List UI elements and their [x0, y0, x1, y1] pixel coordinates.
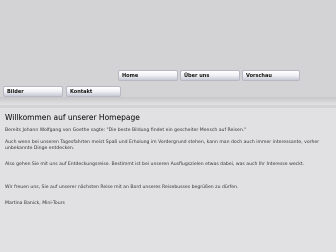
nav-kontakt-button[interactable]: Kontakt [66, 86, 121, 97]
nav-vorschau-button[interactable]: Vorschau [242, 70, 300, 81]
intro-paragraph: Bereits Johann Wolfgang von Goethe sagte… [5, 128, 247, 133]
nav-home-button[interactable]: Home [118, 70, 178, 81]
nav-ueber-uns-button[interactable]: Über uns [180, 70, 240, 81]
signature-text: Martina Banick, Mini-Tours [5, 201, 65, 206]
body-paragraph-1: Auch wenn bei unseren Tagesfahrten meist… [5, 140, 320, 152]
body-paragraph-2: Also gehen Sie mit uns auf Entdeckungsre… [5, 162, 305, 167]
header-divider [0, 97, 336, 105]
body-paragraph-3: Wir freuen uns, Sie auf unserer nächsten… [5, 185, 239, 190]
nav-bilder-button[interactable]: Bilder [3, 86, 63, 97]
page-title: Willkommen auf unserer Homepage [5, 113, 140, 122]
